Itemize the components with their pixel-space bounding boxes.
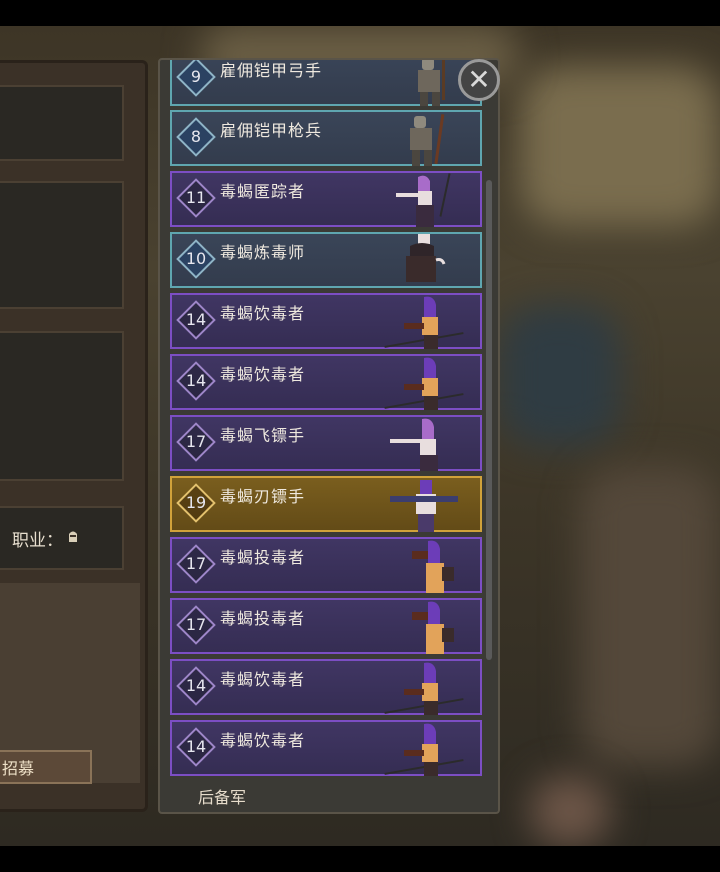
letterbox-top (0, 0, 720, 26)
unit-name: 毒蝎饮毒者 (220, 304, 306, 323)
recruit-button[interactable]: 招募 (0, 750, 92, 784)
unit-name: 雇佣铠甲弓手 (220, 61, 323, 80)
hooded-figure-icon (412, 540, 454, 593)
unit-detail-panel: 职业： 招募 (0, 60, 148, 812)
unit-card[interactable]: 9 雇佣铠甲弓手 (170, 60, 482, 106)
unit-name: 毒蝎投毒者 (220, 609, 306, 628)
unit-level: 17 (185, 615, 207, 634)
list-scrollbar[interactable] (486, 180, 492, 660)
hooded-figure-icon (384, 723, 464, 776)
unit-level: 17 (185, 554, 207, 573)
class-field: 职业： (0, 506, 124, 570)
unit-name: 毒蝎匿踪者 (220, 182, 306, 201)
close-button[interactable]: ✕ (458, 59, 500, 101)
unit-list[interactable]: 9 雇佣铠甲弓手 8 雇佣铠甲枪兵 11 毒蝎匿踪者 10 毒蝎炼毒师 14 毒… (170, 60, 482, 778)
unit-name: 毒蝎飞镖手 (220, 426, 306, 445)
unit-level: 8 (190, 127, 202, 146)
unit-level: 19 (185, 493, 207, 512)
unit-card-selected[interactable]: 19 毒蝎刃镖手 (170, 476, 482, 532)
unit-name: 毒蝎饮毒者 (220, 731, 306, 750)
unit-level: 17 (185, 432, 207, 451)
hooded-figure-icon (412, 601, 454, 654)
hooded-figure-icon (396, 173, 451, 227)
unit-card[interactable]: 17 毒蝎投毒者 (170, 598, 482, 654)
unit-card[interactable]: 14 毒蝎饮毒者 (170, 293, 482, 349)
unit-level: 14 (185, 737, 207, 756)
unit-level: 14 (185, 371, 207, 390)
reserve-label: 后备军 (198, 788, 247, 807)
detail-slot (0, 331, 124, 481)
unit-name: 雇佣铠甲枪兵 (220, 121, 323, 140)
close-icon: ✕ (467, 63, 491, 96)
hooded-figure-icon (384, 662, 464, 715)
class-label: 职业： (12, 530, 63, 551)
helmet-icon (67, 529, 79, 547)
hooded-figure-icon (406, 234, 446, 282)
hooded-figure-icon (390, 418, 438, 471)
hooded-figure-icon (384, 296, 464, 349)
unit-card[interactable]: 14 毒蝎饮毒者 (170, 659, 482, 715)
unit-name: 毒蝎刃镖手 (220, 487, 306, 506)
hooded-figure-icon (384, 357, 464, 410)
detail-slot (0, 85, 124, 161)
unit-card[interactable]: 14 毒蝎饮毒者 (170, 354, 482, 410)
unit-level: 11 (185, 188, 207, 207)
unit-card[interactable]: 14 毒蝎饮毒者 (170, 720, 482, 776)
unit-name: 毒蝎饮毒者 (220, 670, 306, 689)
unit-name: 毒蝎饮毒者 (220, 365, 306, 384)
letterbox-bottom (0, 846, 720, 872)
unit-list-panel: 9 雇佣铠甲弓手 8 雇佣铠甲枪兵 11 毒蝎匿踪者 10 毒蝎炼毒师 14 毒… (158, 58, 500, 814)
unit-card[interactable]: 8 雇佣铠甲枪兵 (170, 110, 482, 166)
unit-name: 毒蝎投毒者 (220, 548, 306, 567)
unit-card[interactable]: 17 毒蝎飞镖手 (170, 415, 482, 471)
detail-slot (0, 181, 124, 309)
unit-card[interactable]: 11 毒蝎匿踪者 (170, 171, 482, 227)
unit-level: 9 (190, 67, 202, 86)
unit-level: 14 (185, 310, 207, 329)
knight-figure-icon (418, 60, 445, 106)
hooded-figure-icon (390, 480, 458, 532)
knight-figure-icon (410, 114, 445, 166)
unit-card[interactable]: 10 毒蝎炼毒师 (170, 232, 482, 288)
unit-name: 毒蝎炼毒师 (220, 243, 306, 262)
unit-level: 10 (185, 249, 207, 268)
unit-level: 14 (185, 676, 207, 695)
unit-card[interactable]: 17 毒蝎投毒者 (170, 537, 482, 593)
